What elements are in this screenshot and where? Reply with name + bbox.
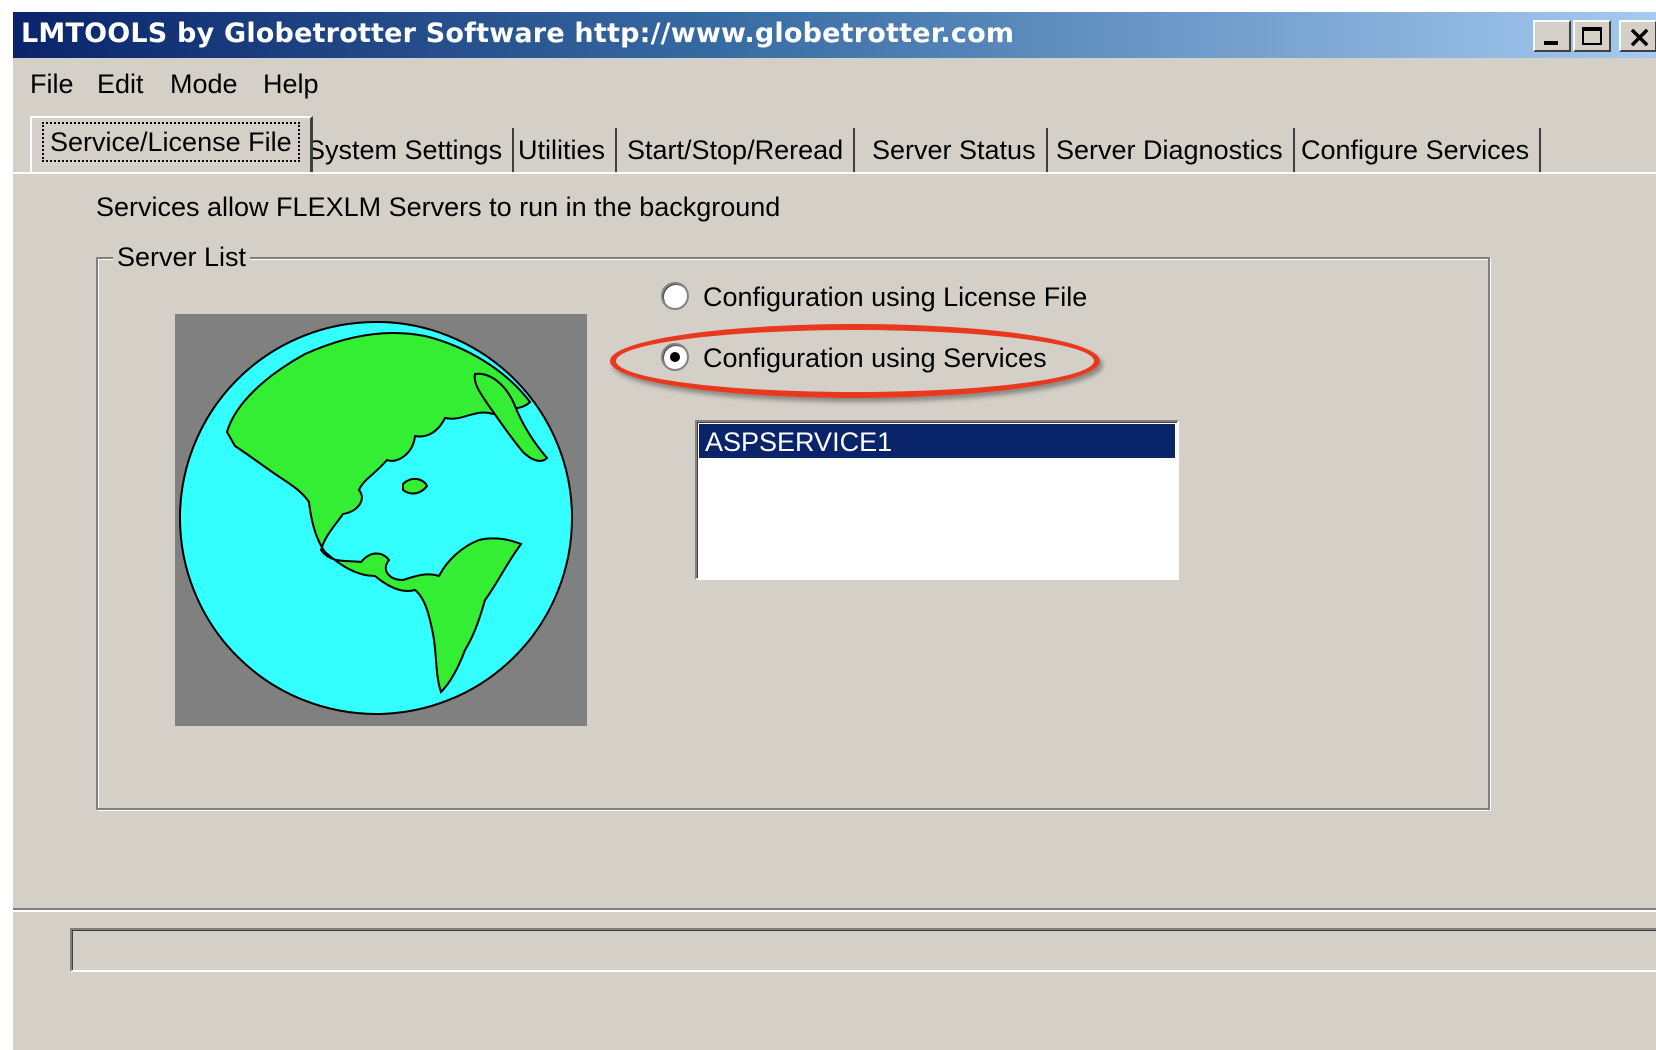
globe-graphic bbox=[179, 321, 573, 715]
tab-start-stop-reread[interactable]: Start/Stop/Reread bbox=[617, 128, 856, 172]
tab-label: Start/Stop/Reread bbox=[627, 135, 844, 165]
tab-label: Server Diagnostics bbox=[1056, 135, 1283, 165]
status-bar bbox=[70, 928, 1656, 972]
tab-configure-services[interactable]: Configure Services bbox=[1291, 128, 1542, 172]
server-list-label: Server List bbox=[113, 240, 251, 274]
radio-circle[interactable] bbox=[661, 281, 689, 310]
menu-mode[interactable]: Mode bbox=[170, 64, 238, 104]
minimize-button[interactable] bbox=[1533, 20, 1571, 52]
list-item[interactable]: ASPSERVICE1 bbox=[699, 424, 1175, 458]
maximize-button[interactable] bbox=[1573, 20, 1611, 52]
tab-strip: Service/License File System Settings Uti… bbox=[13, 112, 1656, 176]
panel-description: Services allow FLEXLM Servers to run in … bbox=[96, 192, 781, 222]
status-separator bbox=[13, 908, 1656, 912]
tab-utilities[interactable]: Utilities bbox=[508, 128, 618, 172]
tab-label: Service/License File bbox=[42, 122, 300, 162]
window-title: LMTOOLS by Globetrotter Software http://… bbox=[21, 18, 1015, 49]
tab-label: Server Status bbox=[872, 135, 1036, 165]
menu-help[interactable]: Help bbox=[263, 64, 319, 104]
close-icon: × bbox=[1627, 20, 1653, 55]
close-button[interactable]: × bbox=[1619, 20, 1656, 55]
tab-service-license-file[interactable]: Service/License File bbox=[30, 116, 313, 172]
tab-server-status[interactable]: Server Status bbox=[862, 128, 1048, 172]
services-listbox[interactable]: ASPSERVICE1 bbox=[695, 420, 1179, 580]
menu-bar: File Edit Mode Help bbox=[13, 64, 1656, 104]
tab-panel-border bbox=[13, 172, 1656, 174]
globe-americas-icon bbox=[175, 314, 587, 726]
tab-label: Configure Services bbox=[1301, 135, 1530, 165]
radio-license-file[interactable]: Configuration using License File bbox=[661, 277, 1087, 317]
tab-system-settings[interactable]: System Settings bbox=[297, 128, 515, 172]
tab-server-diagnostics[interactable]: Server Diagnostics bbox=[1046, 128, 1295, 172]
lmtools-window: LMTOOLS by Globetrotter Software http://… bbox=[11, 10, 1656, 1050]
menu-edit[interactable]: Edit bbox=[97, 64, 144, 104]
menu-file[interactable]: File bbox=[30, 64, 74, 104]
tab-label: System Settings bbox=[307, 135, 503, 165]
tab-label: Utilities bbox=[518, 135, 606, 165]
radio-label: Configuration using License File bbox=[703, 282, 1088, 312]
red-highlight-annotation bbox=[610, 324, 1100, 398]
minimize-icon bbox=[1544, 41, 1558, 45]
maximize-icon bbox=[1582, 27, 1602, 45]
title-bar[interactable]: LMTOOLS by Globetrotter Software http://… bbox=[13, 12, 1656, 58]
